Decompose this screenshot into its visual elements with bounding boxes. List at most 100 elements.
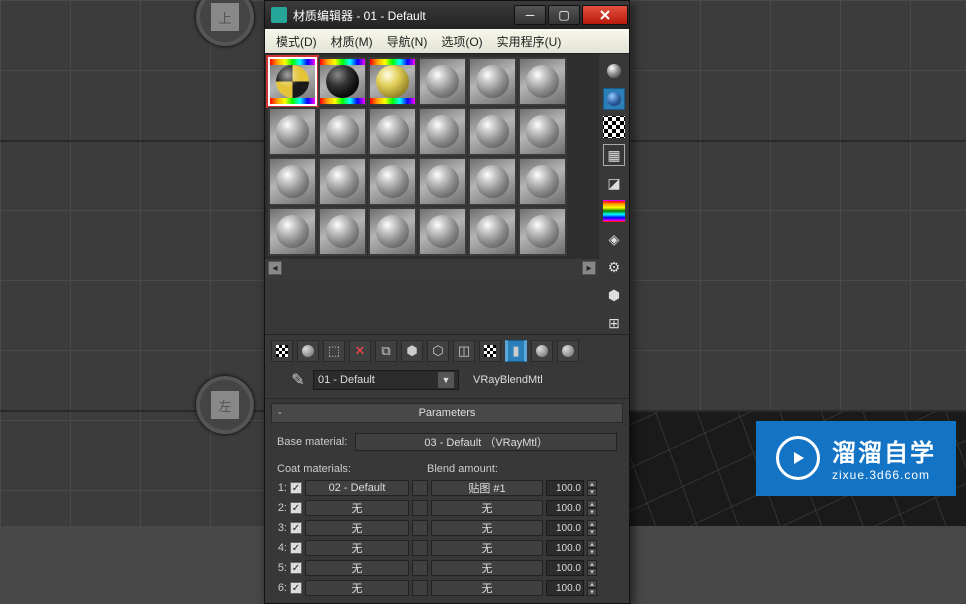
coat-enable-checkbox[interactable]: ✓ (290, 502, 302, 514)
coat-material-button[interactable]: 02 - Default (305, 480, 409, 496)
make-preview-icon[interactable]: ◈ (603, 228, 625, 250)
background-icon[interactable] (603, 116, 625, 138)
blend-amount-input[interactable]: 100.0 (546, 560, 584, 576)
make-copy-icon[interactable]: ⧉ (375, 340, 397, 362)
blend-map-button[interactable]: 无 (431, 540, 543, 556)
coat-enable-checkbox[interactable]: ✓ (290, 522, 302, 534)
sample-slot[interactable] (368, 57, 417, 106)
sample-slot[interactable] (418, 57, 467, 106)
blend-map-button[interactable]: 无 (431, 560, 543, 576)
video-check-icon[interactable]: ◪ (603, 172, 625, 194)
sample-slot[interactable] (368, 157, 417, 206)
close-button[interactable] (582, 5, 628, 25)
delete-icon[interactable]: ✕ (349, 340, 371, 362)
rollout-header[interactable]: - Parameters (271, 403, 623, 423)
coat-material-button[interactable]: 无 (305, 500, 409, 516)
coat-enable-checkbox[interactable]: ✓ (290, 482, 302, 494)
sample-uv-icon[interactable]: ▦ (603, 144, 625, 166)
sample-slot[interactable] (318, 107, 367, 156)
menu-material[interactable]: 材质(M) (324, 29, 380, 53)
maximize-button[interactable]: ▢ (548, 5, 580, 25)
menu-navigate[interactable]: 导航(N) (380, 29, 435, 53)
gradient-icon[interactable] (603, 200, 625, 222)
sample-slot[interactable] (268, 57, 317, 106)
navigator-icon[interactable]: ⊞ (603, 312, 625, 334)
spinner[interactable]: ▴▾ (587, 520, 597, 536)
sample-slot[interactable] (368, 207, 417, 256)
sample-slot[interactable] (468, 57, 517, 106)
material-name-dropdown[interactable]: 01 - Default ▼ (313, 370, 459, 390)
go-parent-icon[interactable] (531, 340, 553, 362)
sample-slot[interactable] (268, 157, 317, 206)
sample-slot[interactable] (418, 157, 467, 206)
sample-slot[interactable] (518, 207, 567, 256)
menu-mode[interactable]: 模式(D) (269, 29, 324, 53)
sample-slot[interactable] (268, 207, 317, 256)
blend-map-button[interactable]: 无 (431, 520, 543, 536)
blend-color-swatch[interactable] (412, 580, 428, 596)
sample-slot[interactable] (468, 107, 517, 156)
slot-scrollbar[interactable]: ◂ ▸ (265, 259, 599, 279)
sample-slot[interactable] (518, 107, 567, 156)
blend-color-swatch[interactable] (412, 560, 428, 576)
dropdown-arrow-icon[interactable]: ▼ (438, 372, 454, 388)
blend-color-swatch[interactable] (412, 520, 428, 536)
make-unique-icon[interactable]: ⬢ (401, 340, 423, 362)
viewcube-top[interactable]: 上 (196, 0, 254, 46)
coat-enable-checkbox[interactable]: ✓ (290, 542, 302, 554)
material-type-button[interactable]: VRayBlendMtl (473, 374, 543, 386)
sample-slot[interactable] (318, 207, 367, 256)
coat-enable-checkbox[interactable]: ✓ (290, 562, 302, 574)
options-icon[interactable]: ⚙ (603, 256, 625, 278)
sample-slot[interactable] (418, 107, 467, 156)
put-to-scene-icon[interactable] (297, 340, 319, 362)
sample-slot[interactable] (468, 207, 517, 256)
coat-material-button[interactable]: 无 (305, 540, 409, 556)
blend-map-button[interactable]: 无 (431, 500, 543, 516)
base-material-button[interactable]: 03 - Default （VRayMtl） (355, 433, 617, 451)
blend-amount-input[interactable]: 100.0 (546, 500, 584, 516)
blend-amount-input[interactable]: 100.0 (546, 580, 584, 596)
spinner[interactable]: ▴▾ (587, 580, 597, 596)
blend-color-swatch[interactable] (412, 540, 428, 556)
blend-color-swatch[interactable] (412, 500, 428, 516)
blend-amount-input[interactable]: 100.0 (546, 540, 584, 556)
sample-slot[interactable] (418, 207, 467, 256)
put-library-icon[interactable]: ⬡ (427, 340, 449, 362)
spinner[interactable]: ▴▾ (587, 480, 597, 496)
select-by-material-icon[interactable]: ⬢ (603, 284, 625, 306)
spinner[interactable]: ▴▾ (587, 540, 597, 556)
show-end-result-icon[interactable]: ▮ (505, 340, 527, 362)
sample-slot[interactable] (518, 57, 567, 106)
coat-material-button[interactable]: 无 (305, 580, 409, 596)
assign-selection-icon[interactable]: ⬚ (323, 340, 345, 362)
material-id-icon[interactable]: ◫ (453, 340, 475, 362)
menu-utilities[interactable]: 实用程序(U) (490, 29, 569, 53)
blend-amount-input[interactable]: 100.0 (546, 480, 584, 496)
get-material-icon[interactable] (271, 340, 293, 362)
backlight-icon[interactable] (603, 88, 625, 110)
blend-color-swatch[interactable] (412, 480, 428, 496)
coat-material-button[interactable]: 无 (305, 520, 409, 536)
scroll-right-icon[interactable]: ▸ (582, 261, 596, 275)
sample-type-icon[interactable] (603, 60, 625, 82)
go-forward-icon[interactable] (557, 340, 579, 362)
spinner[interactable]: ▴▾ (587, 560, 597, 576)
spinner[interactable]: ▴▾ (587, 500, 597, 516)
sample-slot[interactable] (318, 157, 367, 206)
blend-amount-input[interactable]: 100.0 (546, 520, 584, 536)
menu-options[interactable]: 选项(O) (434, 29, 489, 53)
minimize-button[interactable]: ─ (514, 5, 546, 25)
blend-map-button[interactable]: 无 (431, 580, 543, 596)
eyedropper-icon[interactable]: ✎ (289, 371, 307, 389)
sample-slot[interactable] (318, 57, 367, 106)
titlebar[interactable]: 材质编辑器 - 01 - Default ─ ▢ (265, 1, 629, 29)
coat-material-button[interactable]: 无 (305, 560, 409, 576)
blend-map-button[interactable]: 贴图 #1 (431, 480, 543, 496)
sample-slot[interactable] (268, 107, 317, 156)
sample-slot[interactable] (368, 107, 417, 156)
show-map-icon[interactable] (479, 340, 501, 362)
coat-enable-checkbox[interactable]: ✓ (290, 582, 302, 594)
viewcube-left[interactable]: 左 (196, 376, 254, 434)
sample-slot[interactable] (468, 157, 517, 206)
